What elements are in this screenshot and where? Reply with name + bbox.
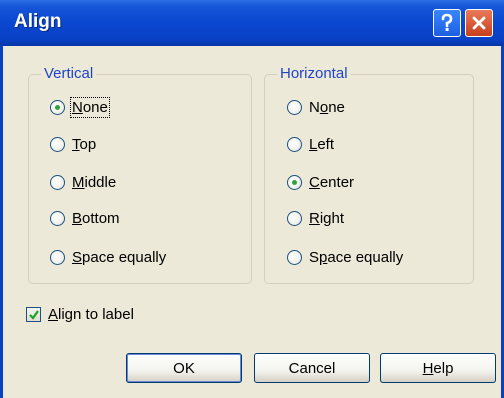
horizontal-option-center[interactable]: Center [287,171,354,193]
vertical-option-bottom[interactable]: Bottom [50,207,120,229]
window-title: Align [14,11,62,32]
radio-label: Left [309,135,335,153]
vertical-option-top[interactable]: Top [50,133,96,155]
horizontal-option-left[interactable]: Left [287,133,334,155]
radio-button[interactable] [287,99,302,115]
horizontal-option-right[interactable]: Right [287,207,344,229]
checkbox[interactable] [26,306,41,322]
radio-label: Right [309,209,345,227]
radio-label: None [309,98,345,116]
close-icon[interactable] [465,9,493,37]
radio-label: Center [309,173,355,191]
radio-button[interactable] [50,249,65,265]
radio-label: Middle [72,173,117,191]
vertical-option-none[interactable]: None [50,96,110,118]
radio-button[interactable] [287,249,302,265]
horizontal-option-space-equally[interactable]: Space equally [287,246,403,268]
title-bar[interactable]: Align [0,0,504,46]
radio-button[interactable] [50,174,65,190]
align-to-label-checkbox[interactable]: Align to label [26,303,134,325]
horizontal-option-none[interactable]: None [287,96,345,118]
checkbox-label: Align to label [48,305,134,323]
vertical-option-space-equally[interactable]: Space equally [50,246,166,268]
vertical-option-middle[interactable]: Middle [50,171,116,193]
help-icon[interactable] [433,9,461,37]
horizontal-group-label: Horizontal [277,65,351,82]
radio-button[interactable] [50,210,65,226]
radio-button[interactable] [50,136,65,152]
radio-button[interactable] [287,174,302,190]
help-button[interactable]: Help [380,353,496,383]
vertical-group-label: Vertical [41,65,97,82]
align-dialog: Align Vertical None Top Middle Bottom Sp… [0,0,504,398]
radio-label: None [70,96,110,118]
ok-button[interactable]: OK [126,353,242,383]
checkmark-icon [29,309,39,320]
radio-button[interactable] [50,99,65,115]
cancel-button[interactable]: Cancel [254,353,370,383]
window-frame-left [0,46,3,398]
radio-label: Space equally [309,248,404,266]
radio-button[interactable] [287,136,302,152]
radio-label: Top [72,135,97,153]
radio-label: Space equally [72,248,167,266]
radio-button[interactable] [287,210,302,226]
radio-label: Bottom [72,209,120,227]
